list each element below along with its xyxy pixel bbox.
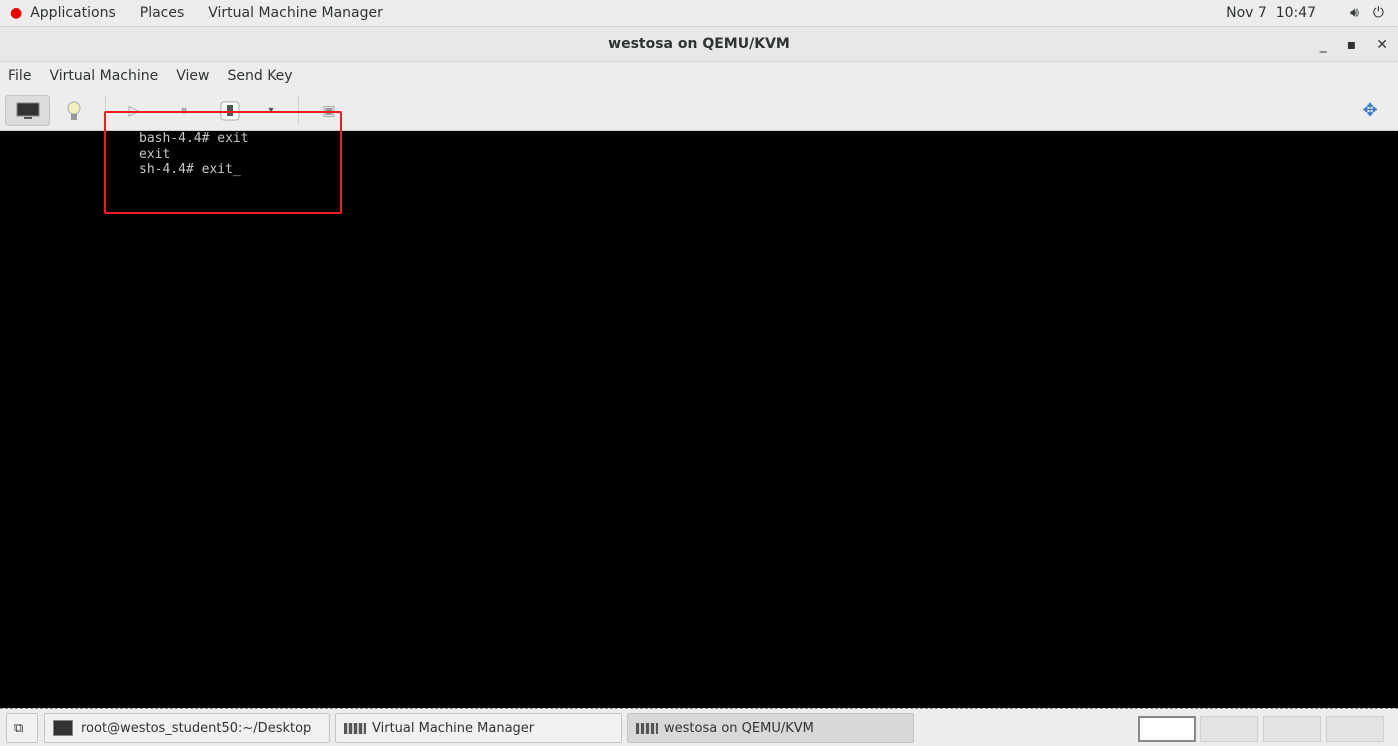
task-label: Virtual Machine Manager	[372, 720, 535, 736]
menu-virtual-machine[interactable]: Virtual Machine	[49, 68, 158, 84]
close-button[interactable]: ✕	[1376, 37, 1388, 53]
lightbulb-icon	[67, 101, 81, 120]
time: 10:47	[1275, 5, 1317, 21]
terminal-icon	[53, 720, 73, 736]
highlight-annotation	[104, 111, 342, 214]
window-titlebar: westosa on QEMU/KVM _ ▪ ✕	[0, 27, 1398, 62]
task-virt-manager[interactable]: Virtual Machine Manager	[335, 713, 622, 743]
redhat-icon: ●	[10, 5, 23, 21]
date: Nov 7	[1226, 5, 1267, 21]
workspace-3[interactable]	[1263, 716, 1321, 742]
menu-send-key[interactable]: Send Key	[227, 68, 292, 84]
top-bar: ● Applications Places Virtual Machine Ma…	[0, 0, 1398, 27]
monitor-icon	[16, 102, 39, 119]
places-menu[interactable]: Places	[140, 5, 185, 21]
clock[interactable]: Nov 7 10:47	[1226, 5, 1316, 21]
workspace-2[interactable]	[1200, 716, 1258, 742]
virt-manager-icon	[344, 722, 366, 734]
fullscreen-button[interactable]: ✥	[1356, 95, 1384, 126]
console-view-button[interactable]	[5, 95, 50, 126]
vm-console-screen[interactable]: bash-4.4# exit exit sh-4.4# exit_	[0, 131, 1398, 708]
active-app-menu[interactable]: Virtual Machine Manager	[208, 5, 383, 21]
maximize-button[interactable]: ▪	[1347, 37, 1357, 53]
taskbar: ⧉ root@westos_student50:~/Desktop Virtua…	[0, 708, 1398, 746]
details-button[interactable]	[60, 95, 88, 126]
window-title: westosa on QEMU/KVM	[608, 36, 790, 52]
menu-file[interactable]: File	[8, 68, 31, 84]
applications-menu[interactable]: Applications	[30, 5, 116, 21]
workspace-1[interactable]	[1138, 716, 1196, 742]
power-icon[interactable]: ⏻	[1373, 5, 1384, 21]
menu-bar: File Virtual Machine View Send Key	[0, 62, 1398, 90]
minimize-button[interactable]: _	[1320, 37, 1327, 53]
task-label: westosa on QEMU/KVM	[664, 720, 814, 736]
fullscreen-icon: ✥	[1362, 100, 1378, 121]
virt-manager-icon	[636, 722, 658, 734]
show-desktop-icon: ⧉	[14, 720, 24, 736]
task-label: root@westos_student50:~/Desktop	[81, 720, 312, 736]
task-vm-console[interactable]: westosa on QEMU/KVM	[627, 713, 914, 743]
task-terminal[interactable]: root@westos_student50:~/Desktop	[44, 713, 330, 743]
show-desktop-button[interactable]: ⧉	[6, 713, 38, 743]
workspace-4[interactable]	[1326, 716, 1384, 742]
volume-icon[interactable]: 🔊︎	[1350, 5, 1359, 21]
menu-view[interactable]: View	[176, 68, 209, 84]
